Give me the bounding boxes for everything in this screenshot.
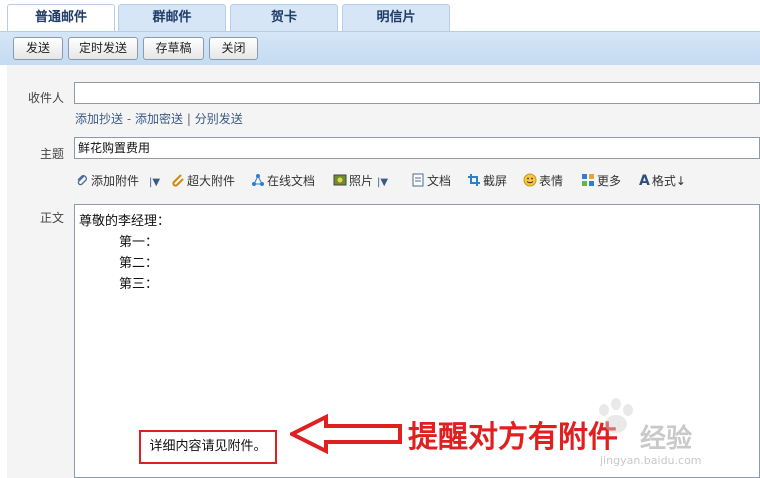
- large-attachment-label: 超大附件: [187, 174, 236, 188]
- tab-group-mail[interactable]: 群邮件: [118, 4, 226, 31]
- cloud-share-icon: [252, 174, 264, 186]
- send-button[interactable]: 发送: [13, 37, 63, 60]
- annotation-text: 提醒对方有附件: [408, 420, 618, 455]
- paw-watermark-icon: [599, 398, 633, 433]
- scheduled-send-button[interactable]: 定时发送: [68, 37, 138, 60]
- screenshot-button[interactable]: 截屏: [467, 171, 507, 191]
- watermark-text: 经验: [640, 424, 693, 454]
- add-attachment-dropdown[interactable]: |▼: [149, 171, 160, 191]
- smiley-icon: [523, 173, 537, 187]
- tab-normal-mail[interactable]: 普通邮件: [7, 4, 115, 32]
- body-line-3: 第三：: [119, 277, 159, 292]
- chevron-down-icon: |▼: [149, 177, 161, 188]
- add-cc-link[interactable]: 添加抄送: [75, 112, 123, 126]
- tab-greeting-card[interactable]: 贺卡: [230, 4, 338, 31]
- save-draft-button[interactable]: 存草稿: [143, 37, 204, 60]
- compose-tabs: 普通邮件 群邮件 贺卡 明信片: [0, 0, 760, 32]
- emoji-label: 表情: [539, 174, 564, 188]
- format-label: 格式↓: [651, 174, 686, 188]
- separate-send-link[interactable]: 分别发送: [195, 112, 243, 126]
- compose-toolbar: 发送 定时发送 存草稿 关闭: [0, 31, 760, 65]
- recipient-label: 收件人: [27, 91, 64, 105]
- subject-label: 主题: [39, 147, 64, 161]
- photo-icon: [333, 174, 347, 186]
- font-a-icon: A: [639, 173, 650, 189]
- screenshot-icon: [468, 174, 480, 186]
- link-separator-pipe: |: [186, 112, 191, 126]
- body-line-2: 第二：: [119, 256, 159, 271]
- close-button[interactable]: 关闭: [209, 37, 258, 60]
- add-attachment-button[interactable]: 添加附件: [75, 171, 139, 191]
- attachment-note-highlight: 详细内容请见附件。: [139, 430, 277, 464]
- more-label: 更多: [597, 174, 622, 188]
- paperclip-icon: [77, 175, 87, 186]
- document-button[interactable]: 文档: [411, 171, 451, 191]
- large-attachment-button[interactable]: 超大附件: [171, 171, 235, 191]
- subject-input[interactable]: 鲜花购置费用: [74, 137, 760, 159]
- large-paperclip-icon: [172, 174, 184, 187]
- watermark-url: jingyan.baidu.com: [600, 454, 702, 467]
- document-label: 文档: [427, 174, 452, 188]
- online-doc-button[interactable]: 在线文档: [251, 171, 315, 191]
- photo-chevron-down-icon: |▼: [377, 177, 389, 188]
- more-button[interactable]: 更多: [581, 171, 621, 191]
- recipient-links: 添加抄送 - 添加密送 | 分别发送: [75, 110, 243, 127]
- grid-icon: [582, 174, 594, 186]
- photo-dropdown[interactable]: |▼: [377, 171, 388, 191]
- body-line-1: 第一：: [119, 235, 159, 250]
- recipient-input[interactable]: [74, 82, 760, 104]
- tab-postcard[interactable]: 明信片: [342, 4, 450, 31]
- format-button[interactable]: A 格式↓: [639, 171, 686, 191]
- body-greeting: 尊敬的李经理：: [79, 214, 171, 229]
- red-arrow-icon: [290, 414, 402, 454]
- add-attachment-label: 添加附件: [91, 174, 140, 188]
- online-doc-label: 在线文档: [267, 174, 316, 188]
- document-icon: [412, 173, 424, 187]
- add-bcc-link[interactable]: 添加密送: [135, 112, 183, 126]
- emoji-button[interactable]: 表情: [523, 171, 563, 191]
- link-separator-dash: -: [126, 112, 132, 126]
- photo-label: 照片: [349, 174, 374, 188]
- photo-button[interactable]: 照片: [333, 171, 373, 191]
- screenshot-label: 截屏: [483, 174, 508, 188]
- body-label: 正文: [39, 211, 64, 225]
